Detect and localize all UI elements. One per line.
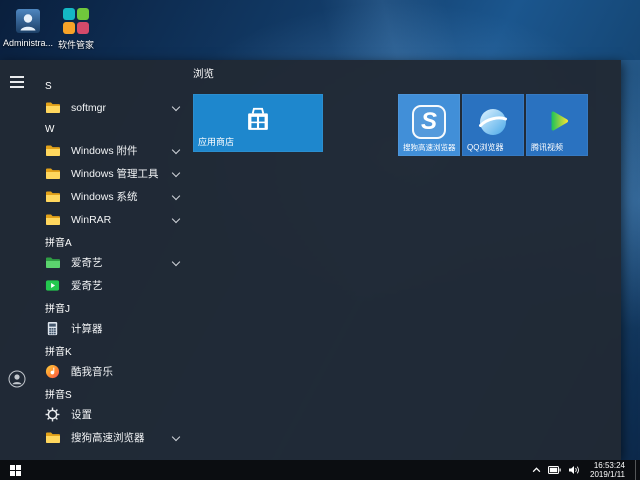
- tile-group-title[interactable]: 浏览: [193, 66, 214, 81]
- app-list-section-header[interactable]: 拼音J: [36, 297, 182, 317]
- app-list-item[interactable]: 设置: [36, 403, 182, 426]
- show-desktop-button[interactable]: [635, 460, 640, 480]
- folder-icon: [44, 142, 61, 159]
- software-manager-icon: [61, 8, 91, 38]
- store-icon: [242, 106, 274, 135]
- chevron-down-icon[interactable]: [172, 103, 180, 111]
- chevron-down-icon[interactable]: [172, 169, 180, 177]
- app-list-item[interactable]: 搜狗高速浏览器: [36, 426, 182, 449]
- desktop-icon-label: 软件管家: [49, 40, 103, 50]
- desktop-icon-administrator[interactable]: Administra...: [1, 6, 55, 48]
- clock-date: 2019/1/11: [590, 470, 625, 479]
- app-list-item[interactable]: Windows 附件: [36, 139, 182, 162]
- app-list: Ssoftmgr W Windows 附件 Windows 管理工具 Windows 系…: [36, 76, 182, 449]
- sogou-browser-icon: S: [412, 105, 446, 139]
- clock-time: 16:53:24: [590, 461, 625, 470]
- volume-icon[interactable]: [568, 465, 580, 475]
- tile-label: 应用商店: [198, 135, 234, 148]
- app-label: 搜狗高速浏览器: [71, 430, 145, 445]
- tile-tencent[interactable]: 腾讯视频: [526, 94, 588, 156]
- app-label: 爱奇艺: [71, 278, 103, 293]
- kuwo-icon: [44, 363, 61, 380]
- section-label: S: [45, 81, 52, 92]
- qq-browser-icon: [476, 105, 510, 139]
- windows-logo-icon: [10, 465, 21, 476]
- app-list-section-header[interactable]: W: [36, 119, 182, 139]
- system-tray: 16:53:24 2019/1/11: [532, 460, 640, 480]
- chevron-down-icon[interactable]: [172, 192, 180, 200]
- app-list-item[interactable]: 爱奇艺: [36, 251, 182, 274]
- chevron-down-icon[interactable]: [172, 433, 180, 441]
- app-label: 计算器: [71, 321, 103, 336]
- start-menu-rail: [0, 60, 34, 460]
- section-label: 拼音J: [45, 300, 70, 315]
- tile-label: QQ浏览器: [467, 142, 503, 153]
- chevron-down-icon[interactable]: [172, 215, 180, 223]
- folder-icon: [44, 165, 61, 182]
- tile-qq[interactable]: QQ浏览器: [462, 94, 524, 156]
- app-label: softmgr: [71, 102, 106, 114]
- app-label: WinRAR: [71, 214, 111, 226]
- folder-icon: [44, 188, 61, 205]
- chevron-down-icon[interactable]: [172, 258, 180, 266]
- desktop-icon-software-manager[interactable]: 软件管家: [49, 6, 103, 50]
- app-list-item[interactable]: Windows 系统: [36, 185, 182, 208]
- app-label: Windows 附件: [71, 143, 138, 158]
- tencent-video-icon: [541, 106, 573, 138]
- wallpaper-light-beam: [240, 0, 540, 60]
- app-list-item[interactable]: 爱奇艺: [36, 274, 182, 297]
- taskbar: 16:53:24 2019/1/11: [0, 460, 640, 480]
- app-list-section-header[interactable]: 拼音A: [36, 231, 182, 251]
- app-list-item[interactable]: Windows 管理工具: [36, 162, 182, 185]
- folder-icon: [44, 429, 61, 446]
- desktop-icon-label: Administra...: [1, 38, 55, 48]
- app-label: 酷我音乐: [71, 364, 113, 379]
- battery-icon[interactable]: [548, 466, 561, 474]
- tile-sogou[interactable]: S 搜狗高速浏览器: [398, 94, 460, 156]
- chevron-down-icon[interactable]: [172, 146, 180, 154]
- folder-icon: [44, 211, 61, 228]
- user-avatar-button[interactable]: [8, 370, 26, 388]
- app-list-section-header[interactable]: S: [36, 76, 182, 96]
- app-label: Windows 管理工具: [71, 166, 159, 181]
- screen: Administra... 软件管家 Ssoftmgr W Windows 附件 Wi…: [0, 0, 640, 480]
- app-list-item[interactable]: softmgr: [36, 96, 182, 119]
- tile-label: 腾讯视频: [531, 142, 563, 153]
- section-label: 拼音K: [45, 343, 72, 358]
- app-label: Windows 系统: [71, 189, 138, 204]
- administrator-icon: [13, 6, 43, 36]
- hidden-icons-chevron-icon[interactable]: [532, 467, 541, 473]
- user-icon: [8, 370, 26, 388]
- iqiyi-icon: [44, 277, 61, 294]
- section-label: W: [45, 124, 54, 135]
- app-label: 设置: [71, 407, 92, 422]
- folder-icon: [44, 99, 61, 116]
- tile-label: 搜狗高速浏览器: [403, 142, 456, 153]
- green-folder-icon: [44, 254, 61, 271]
- gear-icon: [44, 406, 61, 423]
- app-list-item[interactable]: WinRAR: [36, 208, 182, 231]
- section-label: 拼音A: [45, 234, 72, 249]
- app-list-section-header[interactable]: 拼音S: [36, 383, 182, 403]
- app-list-section-header[interactable]: 拼音K: [36, 340, 182, 360]
- start-button[interactable]: [0, 460, 30, 480]
- app-list-item[interactable]: 酷我音乐: [36, 360, 182, 383]
- hamburger-menu-button[interactable]: [10, 76, 24, 91]
- section-label: 拼音S: [45, 386, 72, 401]
- start-menu: Ssoftmgr W Windows 附件 Windows 管理工具 Windows 系…: [0, 60, 621, 460]
- calculator-icon: [44, 320, 61, 337]
- app-list-item[interactable]: 计算器: [36, 317, 182, 340]
- taskbar-clock[interactable]: 16:53:24 2019/1/11: [587, 461, 628, 479]
- tile-store[interactable]: 应用商店: [193, 94, 323, 152]
- app-label: 爱奇艺: [71, 255, 103, 270]
